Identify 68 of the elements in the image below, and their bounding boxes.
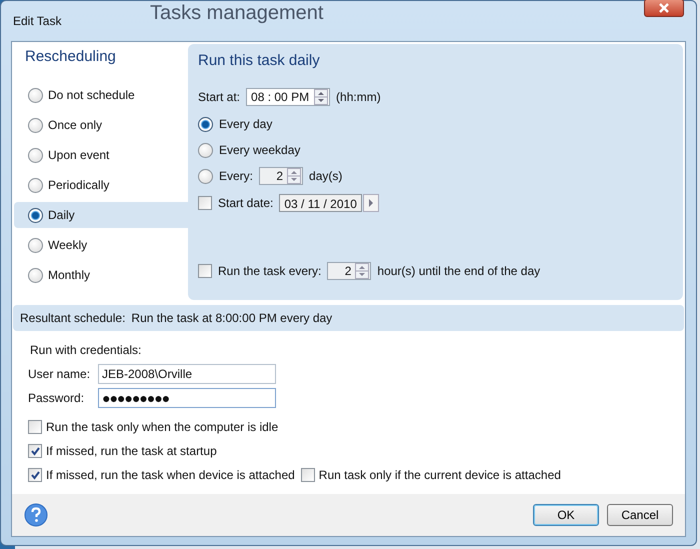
radio-button[interactable] bbox=[28, 178, 43, 192]
close-button[interactable] bbox=[644, 0, 684, 17]
option-label: Periodically bbox=[48, 178, 110, 192]
checkbox[interactable] bbox=[300, 468, 315, 482]
section-label: Run with credentials: bbox=[30, 343, 142, 357]
option-label: Do not schedule bbox=[48, 88, 135, 102]
schedule-option[interactable]: Monthly bbox=[14, 262, 188, 288]
spinner-arrows-icon bbox=[355, 263, 370, 279]
checkbox[interactable] bbox=[28, 444, 42, 458]
close-icon bbox=[658, 3, 670, 13]
radio-button[interactable] bbox=[198, 142, 213, 158]
radio-button[interactable] bbox=[28, 238, 43, 252]
dialog-button[interactable]: Cancel bbox=[607, 504, 673, 526]
window-title: Edit Task bbox=[13, 14, 62, 28]
checkbox-label: Run the task every: bbox=[218, 264, 322, 278]
schedule-option[interactable]: Daily bbox=[14, 202, 188, 228]
checkbox[interactable] bbox=[28, 468, 42, 482]
panel-title: Run this task daily bbox=[198, 52, 321, 71]
calendar-button[interactable] bbox=[362, 194, 379, 212]
schedule-option[interactable]: Once only bbox=[14, 112, 188, 138]
dialog-button[interactable]: OK bbox=[533, 504, 599, 526]
field-label: Start at: bbox=[198, 90, 240, 104]
spinner-arrows-icon bbox=[287, 168, 302, 184]
schedule-option[interactable]: Do not schedule bbox=[14, 82, 188, 108]
option-label: Every day bbox=[219, 117, 272, 131]
field-label: User name: bbox=[28, 367, 92, 381]
section-title: Rescheduling bbox=[24, 48, 117, 67]
number-field[interactable]: 2 bbox=[259, 167, 304, 185]
checkbox[interactable] bbox=[198, 264, 212, 278]
option-label: Every: bbox=[219, 169, 254, 183]
schedule-option[interactable]: Upon event bbox=[14, 142, 188, 168]
option-label: Upon event bbox=[48, 148, 110, 162]
date-field[interactable]: 03 / 11 / 2010 bbox=[279, 194, 362, 212]
radio-button[interactable] bbox=[28, 118, 43, 132]
option-label: Once only bbox=[48, 118, 102, 132]
summary-label: Resultant schedule: bbox=[20, 311, 126, 325]
checkbox-label: Run the task only when the computer is idle bbox=[46, 420, 278, 434]
field-label: Password: bbox=[28, 391, 86, 405]
checkbox-label: If missed, run the task when device is attached bbox=[46, 468, 295, 482]
username-field[interactable]: JEB-2008\Orville bbox=[98, 364, 276, 384]
radio-button[interactable] bbox=[28, 88, 43, 102]
checkbox[interactable] bbox=[198, 196, 212, 210]
option-label: Weekly bbox=[48, 238, 88, 252]
summary-text: Run the task at 8:00:00 PM every day bbox=[131, 311, 332, 325]
password-field[interactable]: ●●●●●●●●● bbox=[98, 388, 276, 408]
option-label: Every weekday bbox=[219, 143, 300, 157]
radio-button[interactable] bbox=[28, 148, 43, 162]
time-field[interactable]: 08 : 00 PM bbox=[246, 88, 330, 106]
option-label: Daily bbox=[48, 208, 75, 222]
right-arrow-icon bbox=[368, 199, 374, 207]
number-field[interactable]: 2 bbox=[327, 262, 372, 280]
checkbox-label: Run task only if the current device is attached bbox=[318, 468, 561, 482]
checkbox-label: Start date: bbox=[218, 196, 274, 210]
option-label: Monthly bbox=[48, 268, 90, 282]
schedule-option[interactable]: Weekly bbox=[14, 232, 188, 258]
radio-button[interactable] bbox=[198, 168, 213, 184]
format-hint: (hh:mm) bbox=[336, 90, 381, 104]
help-icon[interactable] bbox=[24, 503, 48, 527]
schedule-option[interactable]: Periodically bbox=[14, 172, 188, 198]
unit-label: hour(s) until the end of the day bbox=[377, 264, 540, 278]
unit-label: day(s) bbox=[309, 169, 342, 183]
background-window-title: Tasks management bbox=[150, 1, 324, 25]
checkbox[interactable] bbox=[28, 420, 42, 434]
spinner-arrows-icon bbox=[314, 89, 328, 105]
radio-button[interactable] bbox=[28, 268, 43, 282]
radio-button[interactable] bbox=[28, 208, 43, 222]
checkbox-label: If missed, run the task at startup bbox=[46, 444, 217, 458]
radio-button[interactable] bbox=[198, 116, 213, 132]
